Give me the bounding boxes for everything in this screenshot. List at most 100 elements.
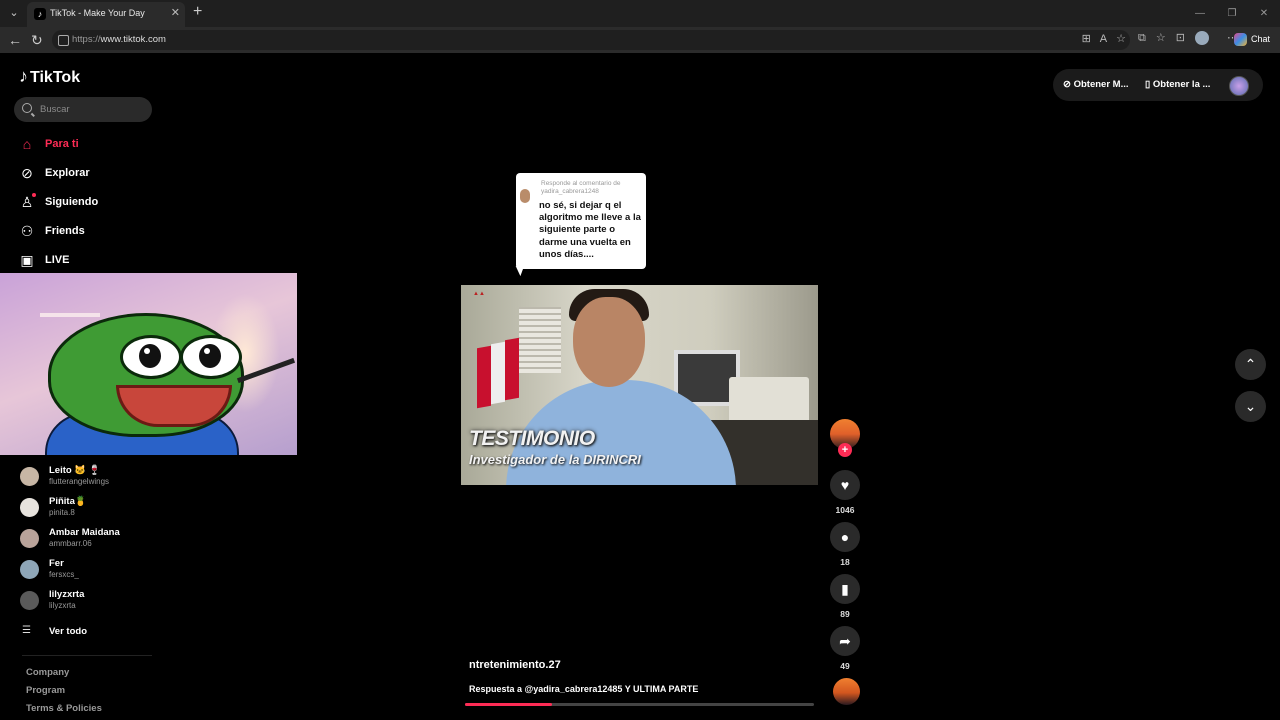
avatar: [20, 498, 39, 517]
url-bar[interactable]: https://www.tiktok.com ⊞ A ☆: [52, 30, 1130, 50]
account-name: Leito 🐱 🍷: [49, 465, 101, 476]
search-placeholder: Buscar: [40, 104, 70, 115]
video-caption-subtitle: Investigador de la DIRINCRI: [469, 452, 641, 467]
get-app-button[interactable]: ▯ Obtener la ...: [1145, 79, 1210, 90]
sidebar-divider: [22, 655, 152, 656]
favorites-icon[interactable]: ☆: [1156, 31, 1166, 44]
printer: [729, 377, 809, 423]
copilot-chat-button[interactable]: Chat: [1234, 33, 1270, 46]
browser-tab-bar: ⌄ ♪ TikTok - Make Your Day ✕ + — ❐ ✕: [0, 0, 1280, 27]
tab-list-chevron-icon[interactable]: ⌄: [4, 4, 24, 22]
pepe-frog-overlay: [0, 273, 297, 455]
tab-title: TikTok - Make Your Day: [50, 8, 145, 18]
account-name: Piñita🍍: [49, 496, 87, 507]
peru-flag-red: [505, 337, 519, 401]
like-button[interactable]: ♥: [830, 470, 860, 500]
search-icon: [22, 103, 32, 113]
favorite-star-icon[interactable]: ☆: [1116, 33, 1126, 45]
restore-icon[interactable]: ❐: [1216, 0, 1248, 27]
home-icon: ⌂: [22, 136, 32, 152]
channel-logo-icon: ▲▲: [473, 291, 485, 297]
speaker-face: [573, 297, 645, 387]
nav-label: Para ti: [45, 138, 79, 150]
comment-icon: ●: [840, 529, 850, 545]
browser-toolbar-icons: ⧉ ☆ ⊡ ⋯: [1138, 31, 1248, 46]
new-activity-dot: [32, 193, 36, 197]
previous-video-button[interactable]: ⌃: [1235, 349, 1266, 380]
post-author[interactable]: ntretenimiento.27: [469, 659, 561, 671]
tiktok-wordmark: TikTok: [30, 69, 81, 86]
account-handle: flutterangelwings: [49, 477, 110, 486]
footer-link-terms[interactable]: Terms & Policies: [26, 703, 102, 714]
collections-icon[interactable]: ⊡: [1176, 31, 1185, 44]
peru-flag-white: [491, 341, 505, 405]
copilot-icon: [1234, 33, 1247, 46]
music-disc-icon[interactable]: [833, 678, 860, 705]
account-handle: pinita.8: [49, 508, 75, 517]
video-player[interactable]: ▲▲ TESTIMONIO Investigador de la DIRINCR…: [461, 285, 818, 485]
back-arrow-icon[interactable]: ←: [8, 32, 22, 48]
nav-label: Explorar: [45, 167, 90, 179]
see-all-label: Ver todo: [49, 626, 88, 637]
minimize-icon[interactable]: —: [1184, 0, 1216, 27]
save-count: 89: [840, 609, 850, 619]
peru-flag: [477, 345, 491, 409]
url-bar-icons: ⊞ A ☆: [1073, 32, 1126, 45]
share-button[interactable]: ➦: [830, 626, 860, 656]
follow-plus-icon[interactable]: +: [838, 443, 852, 457]
top-right-actions: ⊘ Obtener M... ▯ Obtener la ...: [1053, 69, 1263, 101]
share-count: 49: [840, 661, 850, 671]
video-caption-title: TESTIMONIO: [469, 427, 595, 450]
profile-avatar[interactable]: [1194, 31, 1209, 46]
post-caption: Respuesta a @yadira_cabrera12485 Y ULTIM…: [469, 684, 699, 694]
nav-label: LIVE: [45, 254, 70, 266]
wall-shelf: [40, 313, 100, 317]
site-info-icon[interactable]: [58, 35, 69, 46]
heart-icon: ♥: [840, 477, 850, 493]
nav-label: Siguiendo: [45, 196, 99, 208]
translate-icon[interactable]: A: [1100, 33, 1107, 45]
compass-icon: ⊘: [21, 165, 33, 181]
user-avatar[interactable]: [1229, 76, 1249, 96]
window-close-icon[interactable]: ✕: [1248, 0, 1280, 27]
next-video-button[interactable]: ⌄: [1235, 391, 1266, 422]
comment-reply-sticker: Responde al comentario de yadira_cabrera…: [516, 173, 646, 269]
new-tab-plus-icon[interactable]: +: [193, 3, 202, 21]
pepe-left-eye: [120, 335, 182, 379]
video-progress-fill: [465, 703, 553, 706]
account-handle: ammbarr.06: [49, 539, 92, 548]
footer-link-company[interactable]: Company: [26, 667, 69, 678]
comment-count: 18: [840, 557, 850, 567]
reply-header: Responde al comentario de yadira_cabrera…: [541, 180, 621, 195]
share-arrow-icon: ➦: [839, 633, 851, 649]
tab-close-icon[interactable]: ✕: [171, 6, 180, 19]
extensions-icon[interactable]: ⧉: [1138, 32, 1146, 45]
footer-link-program[interactable]: Program: [26, 685, 65, 696]
tiktok-note-icon: ♪: [19, 66, 28, 86]
save-button[interactable]: ▮: [830, 574, 860, 604]
avatar: [20, 467, 39, 486]
account-handle: lilyzxrta: [49, 601, 76, 610]
tiktok-favicon-icon: ♪: [34, 8, 46, 20]
app-available-icon[interactable]: ⊞: [1082, 33, 1091, 45]
browser-tab[interactable]: ♪ TikTok - Make Your Day ✕: [27, 2, 185, 27]
nav-label: Friends: [45, 225, 85, 237]
reload-icon[interactable]: ↻: [31, 32, 43, 49]
account-name: Ambar Maidana: [49, 527, 120, 538]
comment-button[interactable]: ●: [830, 522, 860, 552]
live-icon: ▣: [20, 252, 34, 268]
tiktok-logo[interactable]: ♪ TikTok: [19, 66, 80, 87]
window-controls: — ❐ ✕: [1184, 0, 1280, 27]
account-name: Fer: [49, 558, 64, 569]
like-count: 1046: [835, 505, 855, 515]
copilot-label: Chat: [1251, 33, 1271, 44]
avatar: [20, 529, 39, 548]
video-progress-bar[interactable]: [465, 703, 814, 706]
search-input[interactable]: Buscar: [14, 97, 152, 122]
url-text: https://www.tiktok.com: [72, 34, 166, 45]
account-name: lilyzxrta: [49, 589, 85, 600]
account-handle: fersxcs_: [49, 570, 79, 579]
friends-icon: ⚇: [20, 223, 34, 239]
avatar: [20, 560, 39, 579]
get-coins-button[interactable]: ⊘ Obtener M...: [1063, 79, 1129, 90]
